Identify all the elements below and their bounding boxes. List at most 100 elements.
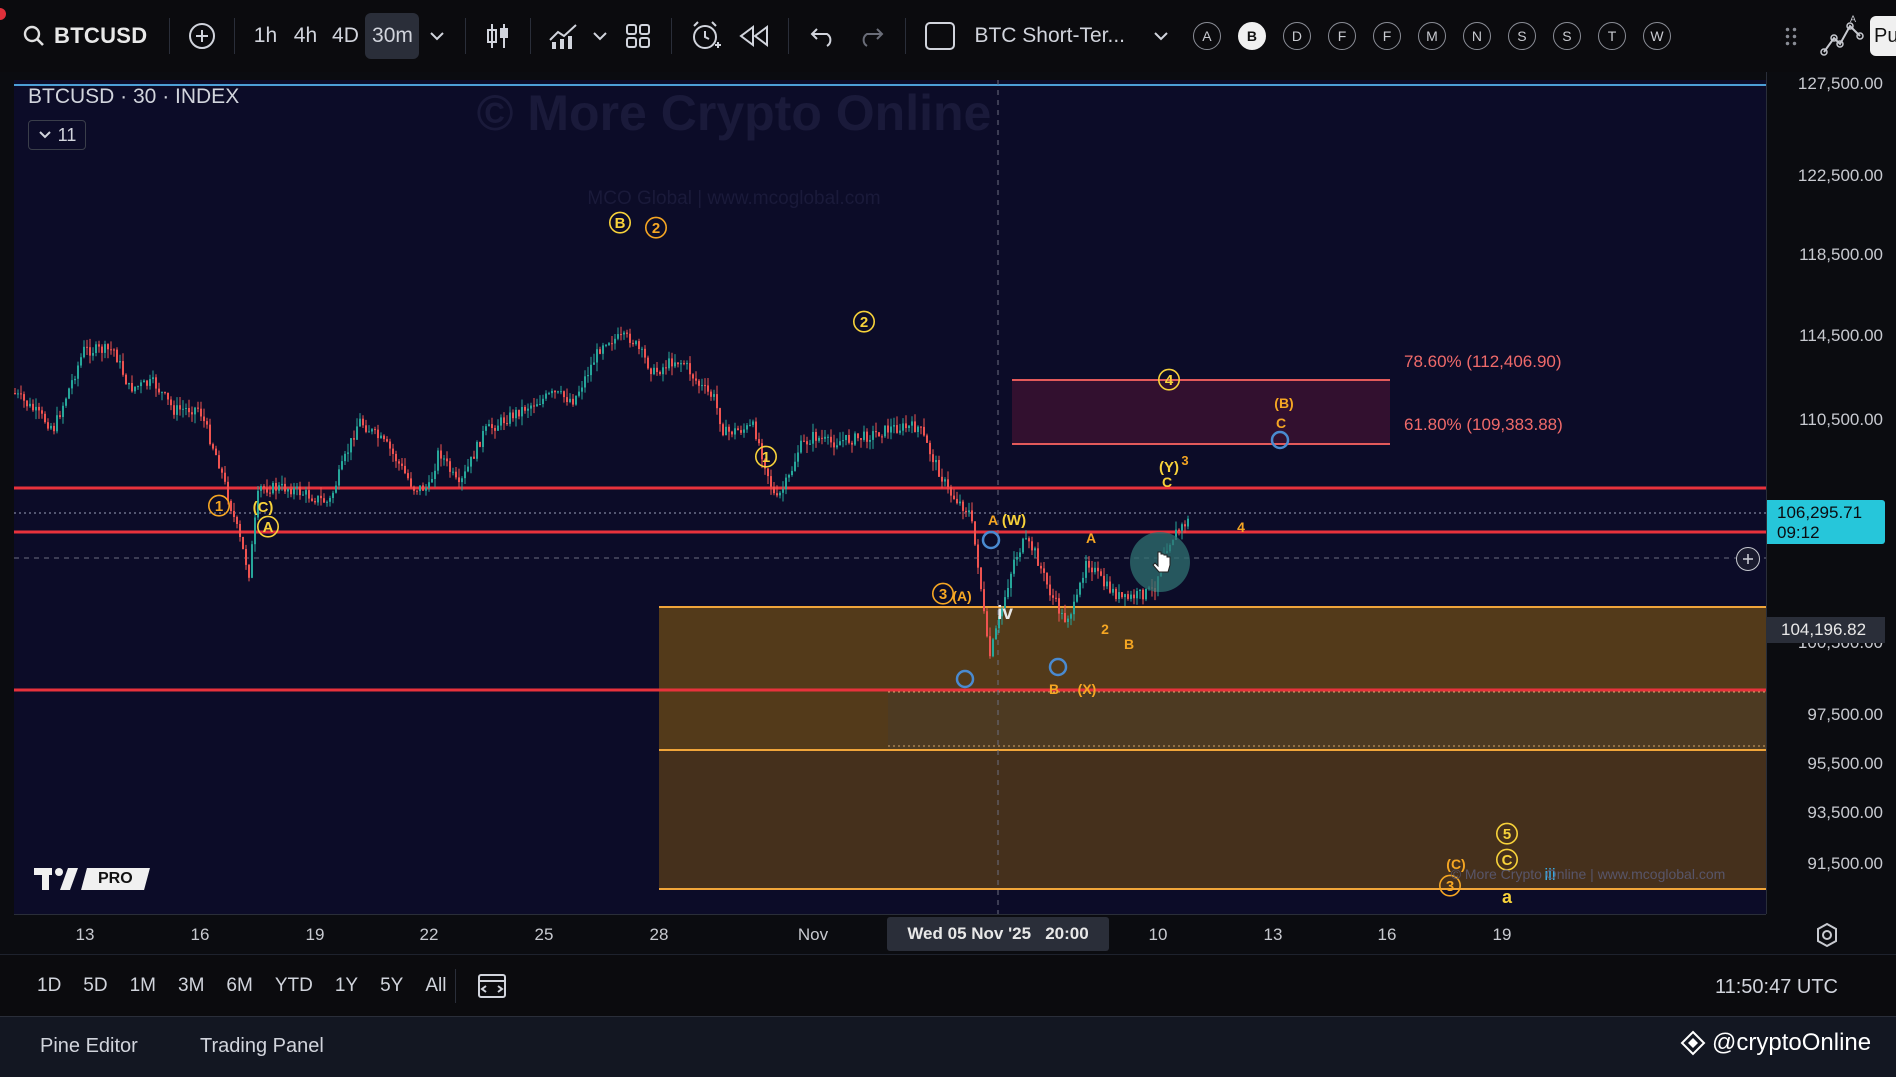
indicators-dropdown[interactable] [585,13,615,59]
go-to-date-button[interactable] [476,971,508,1006]
favorite-w-button[interactable]: W [1642,22,1671,50]
wave-label[interactable]: 1 [762,449,770,466]
favorite-n-button[interactable]: N [1462,22,1491,50]
candle-body [41,410,43,414]
symbol-search[interactable]: BTCUSD [22,12,147,60]
wave-label[interactable]: 3 [1181,453,1188,468]
indicators-button[interactable] [541,13,585,59]
pivot-marker[interactable] [981,530,1001,550]
favorite-a-button[interactable]: A [1192,22,1221,50]
wave-label[interactable]: (A) [952,588,971,604]
wave-label[interactable]: 5 [1503,826,1511,843]
indicators-toggle[interactable]: 11 [28,120,86,150]
price-scale[interactable]: 127,500.00 122,500.00 118,500.00 114,500… [1766,72,1896,914]
favorite-f1-button[interactable]: F [1327,22,1356,50]
candle-body [149,379,151,386]
wave-label[interactable]: 1 [215,498,223,515]
candle-body [860,438,862,440]
add-alert-button[interactable] [1736,547,1760,571]
wave-label[interactable]: 4 [1237,519,1245,535]
wave-tool-icon[interactable]: A [1820,14,1864,58]
range-all-button[interactable]: All [425,975,446,997]
wave-label[interactable]: (X) [1078,681,1097,697]
favorite-m-button[interactable]: M [1417,22,1446,50]
range-5d-button[interactable]: 5D [83,975,107,997]
candle-body [1076,594,1078,602]
favorite-f2-button[interactable]: F [1372,22,1401,50]
interval-1h[interactable]: 1h [245,13,285,59]
candle-body [20,393,22,395]
legend-title: BTCUSD · 30 · INDEX [28,85,240,108]
publish-button[interactable]: Pu [1870,16,1896,56]
favorite-d-button[interactable]: D [1282,22,1311,50]
range-1y-button[interactable]: 1Y [335,975,358,997]
favorite-s2-button[interactable]: S [1552,22,1581,50]
candle-body [197,407,199,409]
range-3m-button[interactable]: 3M [178,975,204,997]
candle-body [212,444,214,449]
tab-trading-panel[interactable]: Trading Panel [200,1035,324,1058]
replay-button[interactable] [730,13,778,59]
favorite-t-button[interactable]: T [1597,22,1626,50]
time-axis[interactable]: 13 16 19 22 25 28 Nov 10 13 16 19 Wed 05… [14,914,1766,955]
alert-button[interactable] [682,13,730,59]
interval-4h[interactable]: 4h [285,13,325,59]
compare-symbol-button[interactable] [180,13,224,59]
wave-label[interactable]: A [1086,530,1096,546]
wave-label[interactable]: 2 [860,314,868,331]
wave-label[interactable]: B [615,215,626,232]
wave-label[interactable]: 3 [939,586,947,603]
wave-label[interactable]: iv [997,603,1013,624]
range-6m-button[interactable]: 6M [226,975,252,997]
chart-pane[interactable]: © More Crypto Online MCO Global | www.mc… [14,80,1766,914]
utc-clock[interactable]: 11:50:47 UTC [1715,976,1838,999]
axis-settings-button[interactable] [1814,922,1840,948]
wave-label[interactable]: 4 [1165,372,1174,389]
wave-label[interactable]: (C) [253,499,274,516]
candle-body [1073,601,1075,615]
candle-body [740,430,742,433]
tab-pine-editor[interactable]: Pine Editor [40,1035,138,1058]
interval-30m[interactable]: 30m [365,13,420,59]
layout-button[interactable]: BTC Short-Ter... [916,13,1146,59]
wave-label[interactable]: 2 [652,220,660,237]
layout-dropdown[interactable] [1146,13,1176,59]
wave-label[interactable]: A [263,519,274,536]
wave-label[interactable]: (W) [1002,512,1026,529]
range-ytd-button[interactable]: YTD [275,975,313,997]
candle-body [1130,594,1132,599]
wave-label[interactable]: B [1124,636,1134,652]
candle-body [599,349,601,354]
candle-body [50,425,52,429]
wave-label[interactable]: a [1502,887,1513,907]
favorite-s1-button[interactable]: S [1507,22,1536,50]
interval-4d[interactable]: 4D [325,13,365,59]
undo-button[interactable] [799,13,847,59]
wave-label[interactable]: A [988,512,998,528]
candle-body [347,452,349,454]
price-tick: 118,500.00 [1799,245,1883,264]
wave-label[interactable]: C [1276,415,1286,431]
wave-label[interactable]: B [1049,681,1059,697]
candle-body [1052,595,1054,598]
templates-button[interactable] [615,13,661,59]
drag-handle-icon[interactable] [1784,26,1798,48]
chart-type-button[interactable] [476,13,520,59]
candle-body [692,374,694,379]
candle-body [911,421,913,426]
range-1m-button[interactable]: 1M [130,975,156,997]
candle-body [587,375,589,377]
chart-canvas[interactable]: © More Crypto Online MCO Global | www.mc… [14,80,1766,914]
candle-body [845,435,847,441]
wave-label[interactable]: C [1162,474,1172,490]
wave-label[interactable]: 2 [1101,621,1109,637]
interval-label: 4D [332,24,359,47]
range-5y-button[interactable]: 5Y [380,975,403,997]
interval-dropdown[interactable] [419,13,455,59]
candle-body [389,441,391,449]
range-1d-button[interactable]: 1D [37,975,61,997]
wave-label[interactable]: (B) [1274,395,1293,411]
favorite-b-button[interactable]: B [1237,22,1266,50]
redo-button[interactable] [847,13,895,59]
candle-body [365,425,367,432]
